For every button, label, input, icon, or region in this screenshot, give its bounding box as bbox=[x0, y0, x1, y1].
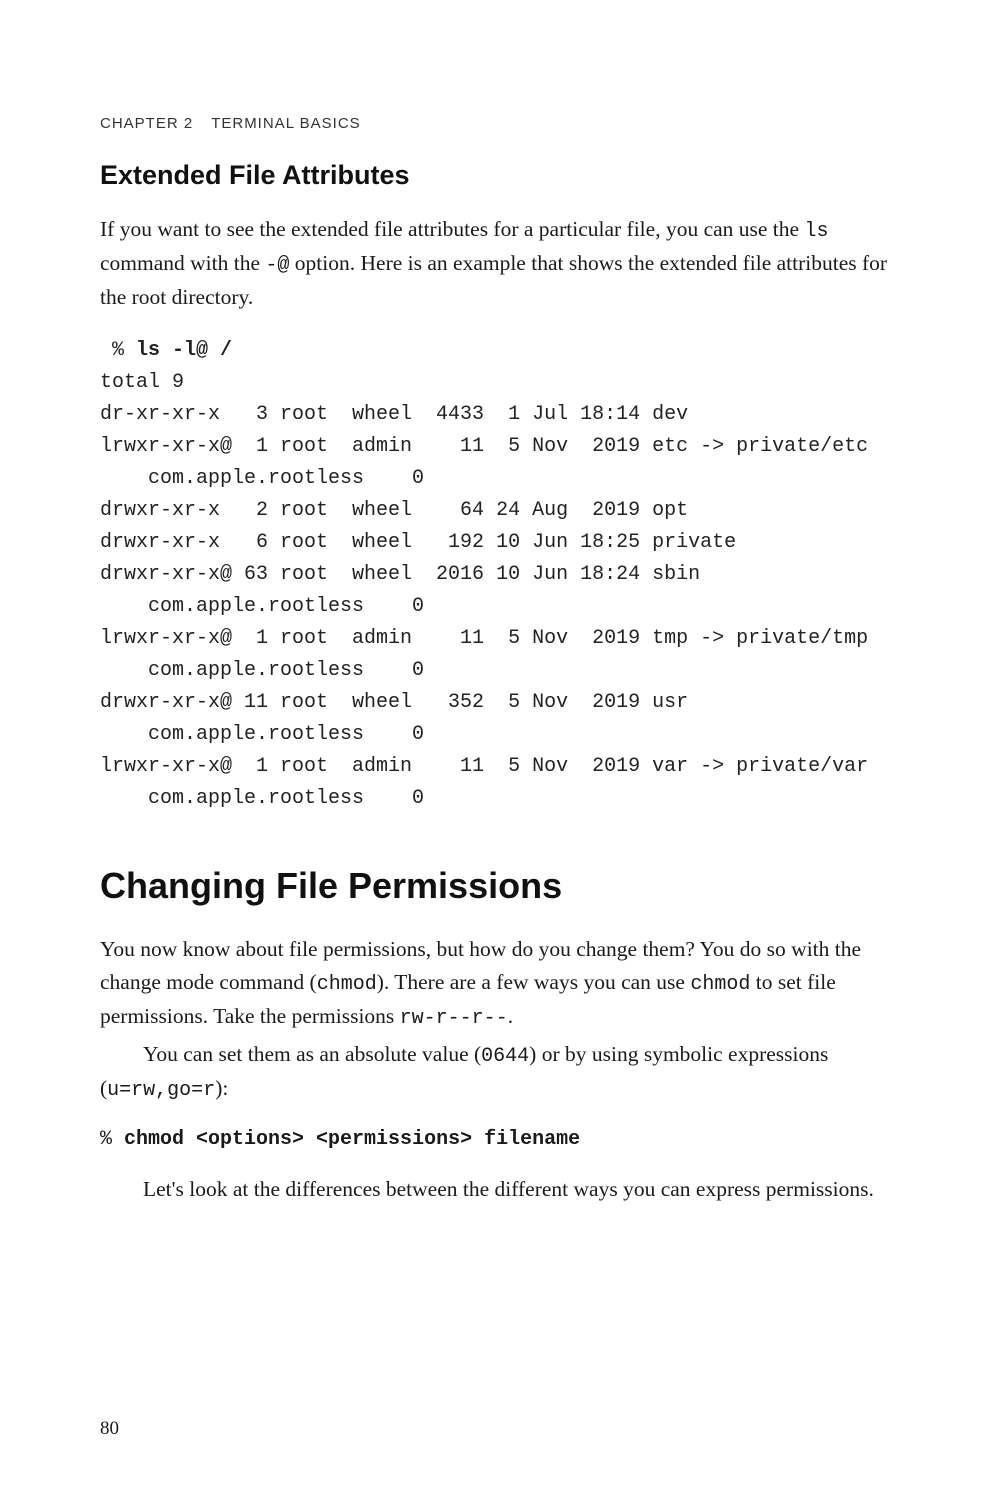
terminal-output: total 9 dr-xr-xr-x 3 root wheel 4433 1 J… bbox=[100, 371, 868, 810]
text: If you want to see the extended file att… bbox=[100, 217, 804, 241]
text: Let's look at the differences between th… bbox=[143, 1177, 874, 1201]
chapter-number: CHAPTER 2 bbox=[100, 115, 193, 132]
section-heading-changing-permissions: Changing File Permissions bbox=[100, 865, 889, 907]
code-symbolic: u=rw,go=r bbox=[107, 1079, 215, 1102]
chapter-header: CHAPTER 2 TERMINAL BASICS bbox=[100, 115, 889, 132]
page-number: 80 bbox=[100, 1418, 119, 1440]
code-at-option: -@ bbox=[265, 254, 289, 277]
paragraph-chmod-3: Let's look at the differences between th… bbox=[100, 1173, 889, 1205]
section-heading-extended-attrs: Extended File Attributes bbox=[100, 160, 889, 191]
text: . bbox=[508, 1004, 513, 1028]
code-0644: 0644 bbox=[481, 1045, 529, 1068]
code-perm-string: rw-r--r-- bbox=[400, 1007, 508, 1030]
text: command with the bbox=[100, 251, 265, 275]
paragraph-extended-attrs: If you want to see the extended file att… bbox=[100, 213, 889, 313]
code-chmod: chmod bbox=[317, 973, 377, 996]
code-chmod-2: chmod bbox=[690, 973, 750, 996]
text: ): bbox=[215, 1076, 228, 1100]
prompt: % bbox=[100, 339, 136, 362]
command-ls: ls -l@ / bbox=[136, 339, 232, 362]
terminal-block: % ls -l@ / total 9 dr-xr-xr-x 3 root whe… bbox=[100, 335, 889, 815]
text: You can set them as an absolute value ( bbox=[143, 1042, 481, 1066]
text: ). There are a few ways you can use bbox=[377, 970, 691, 994]
chapter-title: TERMINAL BASICS bbox=[211, 115, 360, 132]
prompt: % bbox=[100, 1128, 124, 1151]
code-ls: ls bbox=[804, 220, 828, 243]
page: CHAPTER 2 TERMINAL BASICS Extended File A… bbox=[0, 0, 989, 1500]
paragraph-chmod-2: You can set them as an absolute value (0… bbox=[100, 1038, 889, 1106]
paragraph-chmod-1: You now know about file permissions, but… bbox=[100, 933, 889, 1033]
command-chmod-usage: chmod <options> <permissions> filename bbox=[124, 1128, 580, 1151]
command-usage-block: % chmod <options> <permissions> filename bbox=[100, 1128, 889, 1151]
